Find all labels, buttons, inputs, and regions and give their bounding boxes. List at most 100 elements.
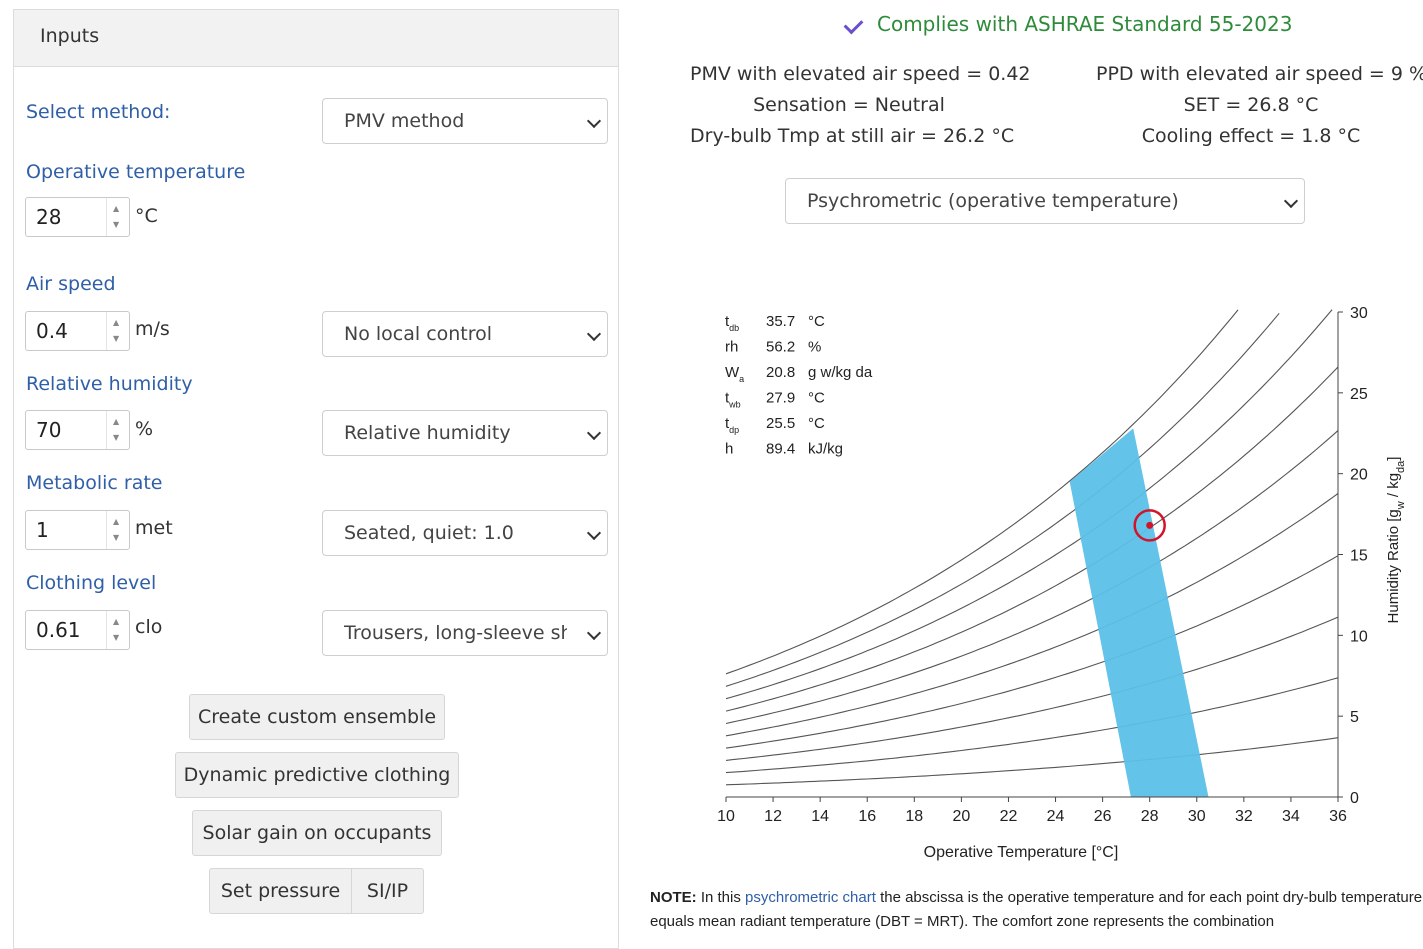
solar-gain-button[interactable]: Solar gain on occupants: [192, 810, 442, 856]
set-pressure-button[interactable]: Set pressure: [209, 868, 352, 914]
y-axis-label: Humidity Ratio [gw / kgda]: [1385, 457, 1407, 624]
svg-text:tdb: tdb: [725, 313, 739, 333]
dynamic-predictive-clothing-button[interactable]: Dynamic predictive clothing: [175, 752, 459, 798]
x-tick-label: 10: [717, 808, 735, 825]
relative-humidity-unit: %: [135, 418, 154, 440]
x-tick-label: 36: [1329, 808, 1347, 825]
si-ip-toggle-button[interactable]: SI/IP: [351, 868, 424, 914]
clothing-level-label: Clothing level: [26, 572, 157, 594]
rh-curve-10: [725, 737, 1339, 786]
clothing-level-value: 0.61: [36, 618, 81, 642]
spin-down-icon[interactable]: ▼: [113, 220, 119, 229]
svg-text:89.4: 89.4: [766, 441, 795, 458]
spin-down-icon[interactable]: ▼: [113, 433, 119, 442]
svg-text:56.2: 56.2: [766, 339, 795, 356]
spin-up-icon[interactable]: ▲: [113, 318, 119, 327]
metabolic-rate-unit: met: [135, 517, 173, 539]
relative-humidity-value: 70: [36, 418, 62, 442]
chart-type-select[interactable]: Psychrometric (operative temperature): [785, 178, 1305, 224]
metabolic-rate-input[interactable]: 1 ▲ ▼: [25, 510, 130, 550]
relative-humidity-input[interactable]: 70 ▲ ▼: [25, 410, 130, 450]
rh-curve-60: [725, 430, 1339, 725]
spin-up-icon[interactable]: ▲: [113, 517, 119, 526]
x-tick-labels: 10 12 14 16 18 20 22 24 26 28 30 32 34 36: [717, 808, 1347, 825]
humidity-type-select[interactable]: Relative humidity: [322, 410, 608, 456]
x-tick-label: 26: [1094, 808, 1112, 825]
inputs-header: Inputs: [14, 10, 618, 67]
spin-down-icon[interactable]: ▼: [113, 533, 119, 542]
svg-text:25.5: 25.5: [766, 415, 795, 432]
y-tick-label: 20: [1350, 467, 1368, 484]
rh-curve-20: [725, 677, 1339, 774]
chevron-down-icon: [586, 525, 602, 541]
chart-note: NOTE: In this psychrometric chart the ab…: [650, 886, 1423, 934]
spinner[interactable]: ▲ ▼: [106, 411, 129, 449]
spinner[interactable]: ▲ ▼: [106, 511, 129, 549]
operative-temperature-unit: °C: [135, 205, 158, 227]
spinner[interactable]: ▲ ▼: [106, 198, 129, 236]
air-speed-control-select[interactable]: No local control: [322, 311, 608, 357]
note-prefix: NOTE:: [650, 889, 697, 906]
svg-text:20.8: 20.8: [766, 364, 795, 381]
spin-up-icon[interactable]: ▲: [113, 204, 119, 213]
psychrometric-chart[interactable]: 10 12 14 16 18 20 22 24 26 28 30 32 34 36 0 5 10 15 20 25 3…: [663, 290, 1423, 870]
sensation-result: Sensation = Neutral: [753, 94, 945, 116]
compliance-status: Complies with ASHRAE Standard 55-2023: [842, 12, 1292, 36]
svg-text:°C: °C: [808, 415, 825, 432]
psychrometric-chart-link[interactable]: psychrometric chart: [745, 889, 876, 906]
operative-temperature-input[interactable]: 28 ▲ ▼: [25, 197, 130, 237]
svg-text:kJ/kg: kJ/kg: [808, 441, 843, 458]
rh-curve-30: [725, 616, 1339, 761]
y-tick-label: 15: [1350, 548, 1368, 565]
x-axis-label: Operative Temperature [°C]: [924, 844, 1119, 861]
air-speed-label: Air speed: [26, 273, 116, 295]
svg-text:twb: twb: [725, 390, 741, 410]
svg-text:%: %: [808, 339, 821, 356]
y-tick-label: 10: [1350, 628, 1368, 645]
x-tick-label: 34: [1282, 808, 1300, 825]
svg-text:g w/kg da: g w/kg da: [808, 364, 873, 381]
checkmark-icon: [843, 14, 864, 35]
activity-select[interactable]: Seated, quiet: 1.0: [322, 510, 608, 556]
svg-text:35.7: 35.7: [766, 313, 795, 330]
activity-value: Seated, quiet: 1.0: [344, 522, 514, 544]
spin-down-icon[interactable]: ▼: [113, 633, 119, 642]
method-select[interactable]: PMV method: [322, 98, 608, 144]
readout-row: tdb 35.7 °C: [725, 313, 825, 333]
method-select-value: PMV method: [344, 110, 465, 132]
clothing-ensemble-select[interactable]: Trousers, long-sleeve shirt: [322, 610, 608, 656]
chevron-down-icon: [586, 425, 602, 441]
readout-row: h 89.4 kJ/kg: [725, 441, 843, 458]
dry-bulb-result: Dry-bulb Tmp at still air = 26.2 °C: [690, 125, 1015, 147]
x-tick-label: 16: [858, 808, 876, 825]
spinner[interactable]: ▲ ▼: [106, 312, 129, 350]
pmv-result: PMV with elevated air speed = 0.42: [690, 63, 1031, 85]
y-tick-label: 30: [1350, 305, 1368, 322]
y-tick-label: 25: [1350, 386, 1368, 403]
spinner[interactable]: ▲ ▼: [106, 611, 129, 649]
readout-row: rh 56.2%: [725, 339, 821, 356]
clothing-level-input[interactable]: 0.61 ▲ ▼: [25, 610, 130, 650]
current-condition-dot: [1146, 521, 1154, 529]
spin-down-icon[interactable]: ▼: [113, 334, 119, 343]
operative-temperature-label: Operative temperature: [26, 161, 246, 183]
spin-up-icon[interactable]: ▲: [113, 417, 119, 426]
metabolic-rate-value: 1: [36, 518, 49, 542]
set-result: SET = 26.8 °C: [1183, 94, 1319, 116]
x-tick-label: 32: [1235, 808, 1253, 825]
state-readout: tdb 35.7 °C rh 56.2 % Wa 20.8 g w/kg da twb 27.9 °C…: [725, 313, 873, 458]
air-speed-input[interactable]: 0.4 ▲ ▼: [25, 311, 130, 351]
select-method-label: Select method:: [26, 101, 171, 123]
create-custom-ensemble-button[interactable]: Create custom ensemble: [189, 694, 445, 740]
relative-humidity-label: Relative humidity: [26, 373, 193, 395]
clothing-ensemble-value: Trousers, long-sleeve shirt: [344, 622, 567, 644]
clothing-level-unit: clo: [135, 616, 163, 638]
comfort-zone: [1069, 428, 1209, 797]
ppd-result: PPD with elevated air speed = 9 %: [1096, 63, 1423, 85]
readout-row: Wa 20.8 g w/kg da: [725, 364, 873, 384]
spin-up-icon[interactable]: ▲: [113, 617, 119, 626]
x-tick-label: 12: [764, 808, 782, 825]
x-tick-label: 18: [905, 808, 923, 825]
y-tick-labels: 0 5 10 15 20 25 30: [1350, 305, 1368, 807]
chevron-down-icon: [586, 326, 602, 342]
